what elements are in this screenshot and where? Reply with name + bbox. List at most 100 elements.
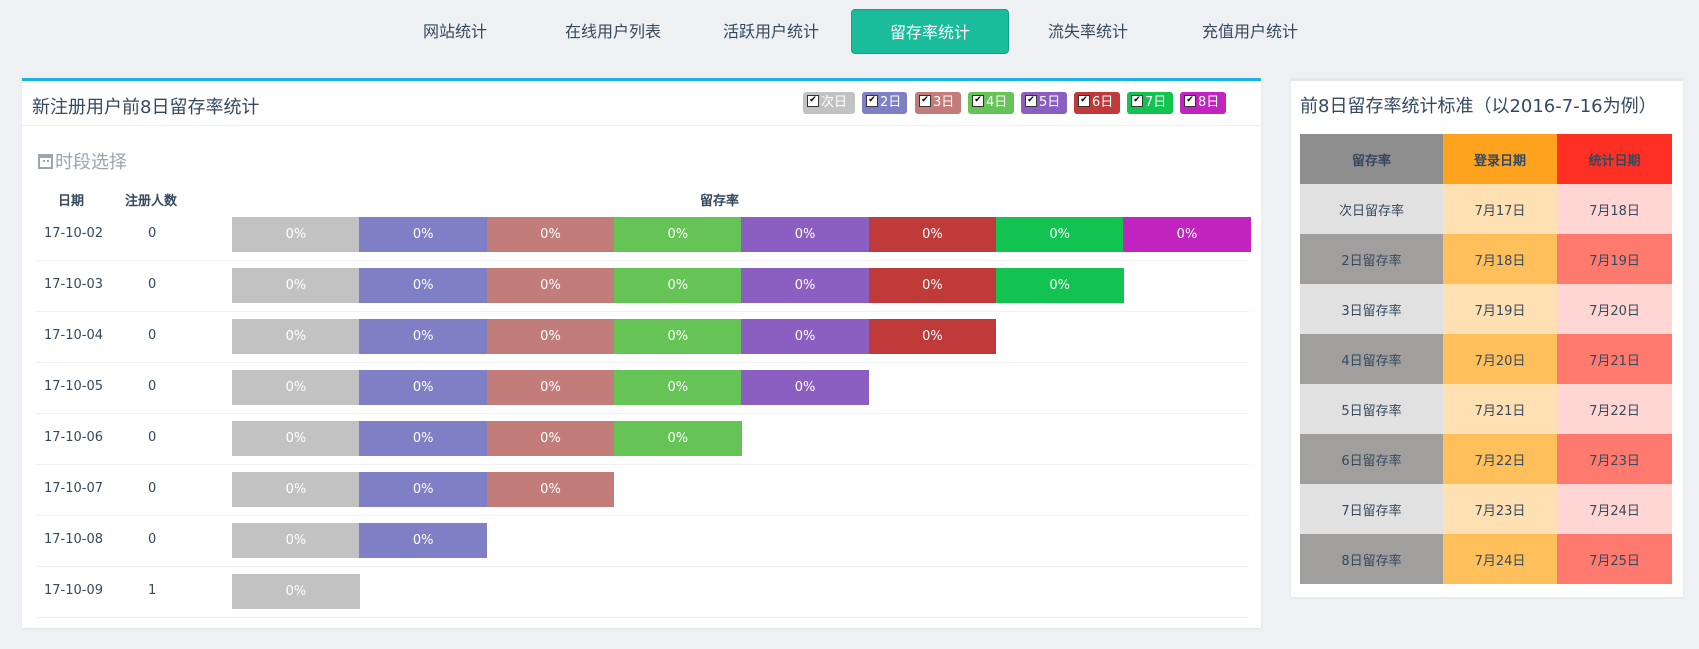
retention-bar-segment: 0%: [486, 319, 615, 354]
row-count: 0: [148, 481, 157, 496]
standard-cell: 3日留存率: [1300, 284, 1443, 334]
retention-bar-segment: 0%: [486, 217, 615, 252]
retention-bar-segment: 0%: [613, 319, 742, 354]
row-divider: [36, 311, 1249, 312]
checkbox-icon[interactable]: ✔: [1025, 94, 1037, 107]
legend-toggle-6[interactable]: ✔ 6日: [1074, 92, 1120, 114]
retention-bar-segment: 0%: [613, 268, 742, 303]
standard-panel-title: 前8日留存率统计标准（以2016-7-16为例）: [1300, 96, 1657, 117]
legend-toggle-2[interactable]: ✔ 2日: [862, 92, 907, 114]
row-divider: [36, 362, 1249, 363]
checkbox-icon[interactable]: ✔: [1131, 94, 1143, 107]
retention-bar-segment: 0%: [232, 472, 360, 507]
retention-bar-segment: 0%: [232, 523, 360, 558]
row-date: 17-10-02: [44, 226, 104, 241]
standard-cell: 2日留存率: [1300, 234, 1443, 284]
retention-bar-segment: 0%: [359, 370, 488, 405]
period-label: 时段选择: [55, 152, 127, 173]
retention-bar-segment: 0%: [995, 217, 1124, 252]
tab-churn-rate[interactable]: 流失率统计: [1028, 9, 1148, 54]
standard-table-header: 统计日期: [1557, 134, 1672, 184]
table-row: 6日留存率 7月22日 7月23日: [1300, 434, 1672, 484]
retention-bar-segment: 0%: [359, 421, 488, 456]
retention-bar-segment: 0%: [359, 268, 488, 303]
header-date: 日期: [58, 194, 85, 209]
checkbox-icon[interactable]: ✔: [1184, 94, 1196, 107]
calendar-icon: [38, 153, 53, 169]
row-count: 0: [148, 430, 157, 445]
retention-bar-segment: 0%: [359, 472, 488, 507]
standard-cell: 7月21日: [1443, 384, 1557, 434]
standard-panel: 前8日留存率统计标准（以2016-7-16为例） 留存率 登录日期 统计日期 次日留…: [1291, 78, 1683, 597]
tab-site-stats[interactable]: 网站统计: [395, 9, 515, 54]
retention-bar-segment: 0%: [486, 370, 615, 405]
row-date: 17-10-07: [44, 481, 104, 496]
retention-panel-title: 新注册用户前8日留存率统计: [32, 97, 260, 118]
checkbox-icon[interactable]: ✔: [972, 94, 984, 107]
legend-toggle-3[interactable]: ✔ 3日: [915, 92, 961, 114]
retention-bar-segment: 0%: [613, 217, 742, 252]
legend-label: 5日: [1039, 95, 1061, 110]
legend-label: 7日: [1145, 95, 1167, 110]
legend-toggle-4[interactable]: ✔ 4日: [968, 92, 1014, 114]
standard-cell: 8日留存率: [1300, 534, 1443, 584]
checkbox-icon[interactable]: ✔: [866, 94, 878, 107]
retention-bar-segment: 0%: [613, 370, 742, 405]
standard-cell: 7月24日: [1557, 484, 1672, 534]
retention-bar-segment: 0%: [232, 370, 360, 405]
standard-cell: 7月21日: [1557, 334, 1672, 384]
tab-retention-rate[interactable]: 留存率统计: [851, 9, 1009, 54]
standard-cell: 次日留存率: [1300, 184, 1443, 234]
tab-recharge-users[interactable]: 充值用户统计: [1185, 9, 1315, 54]
standard-cell: 7月18日: [1557, 184, 1672, 234]
table-row: 7日留存率 7月23日 7月24日: [1300, 484, 1672, 534]
standard-cell: 7月19日: [1443, 284, 1557, 334]
panel-divider: [22, 125, 1261, 126]
standard-cell: 7月18日: [1443, 234, 1557, 284]
table-row: 2日留存率 7月18日 7月19日: [1300, 234, 1672, 284]
row-divider: [36, 515, 1249, 516]
standard-cell: 7月23日: [1557, 434, 1672, 484]
standard-table-header: 留存率: [1300, 134, 1443, 184]
tab-online-users[interactable]: 在线用户列表: [553, 9, 673, 54]
retention-bar-segment: 0%: [1123, 217, 1251, 252]
row-count: 1: [148, 583, 157, 598]
legend-label: 2日: [880, 95, 902, 110]
standard-cell: 6日留存率: [1300, 434, 1443, 484]
legend-label: 3日: [933, 95, 955, 110]
standard-cell: 7月24日: [1443, 534, 1557, 584]
tab-active-users[interactable]: 活跃用户统计: [711, 9, 831, 54]
retention-panel: 新注册用户前8日留存率统计 ✔ 次日 ✔ 2日 ✔ 3日 ✔ 4日 ✔ 5日 ✔ 6日 ✔ 7日 ✔ 8日 时…: [22, 78, 1261, 628]
retention-bar-segment: 0%: [232, 319, 360, 354]
row-date: 17-10-09: [44, 583, 104, 598]
checkbox-icon[interactable]: ✔: [807, 94, 819, 107]
legend-toggle-1[interactable]: ✔ 次日: [803, 92, 855, 114]
legend-label: 8日: [1198, 95, 1220, 110]
retention-bar-segment: 0%: [359, 523, 488, 558]
retention-bar-segment: 0%: [613, 421, 742, 456]
retention-bar-segment: 0%: [995, 268, 1124, 303]
standard-cell: 5日留存率: [1300, 384, 1443, 434]
period-select[interactable]: 时段选择: [38, 148, 127, 174]
checkbox-icon[interactable]: ✔: [919, 94, 931, 107]
table-row: 8日留存率 7月24日 7月25日: [1300, 534, 1672, 584]
retention-bar-segment: 0%: [486, 472, 615, 507]
row-count: 0: [148, 532, 157, 547]
row-date: 17-10-05: [44, 379, 104, 394]
retention-bar-segment: 0%: [741, 319, 869, 354]
retention-bar-segment: 0%: [232, 268, 360, 303]
row-count: 0: [148, 277, 157, 292]
retention-bar-segment: 0%: [868, 217, 997, 252]
retention-bar-segment: 0%: [486, 268, 615, 303]
legend-toggle-8[interactable]: ✔ 8日: [1180, 92, 1226, 114]
legend-label: 次日: [821, 95, 848, 110]
row-date: 17-10-06: [44, 430, 104, 445]
legend-toggle-7[interactable]: ✔ 7日: [1127, 92, 1173, 114]
retention-bar-segment: 0%: [868, 268, 997, 303]
retention-bar-segment: 0%: [741, 268, 869, 303]
checkbox-icon[interactable]: ✔: [1078, 94, 1090, 107]
header-count: 注册人数: [125, 194, 178, 209]
retention-bar-segment: 0%: [741, 217, 869, 252]
legend-toggle-5[interactable]: ✔ 5日: [1021, 92, 1067, 114]
row-count: 0: [148, 328, 157, 343]
